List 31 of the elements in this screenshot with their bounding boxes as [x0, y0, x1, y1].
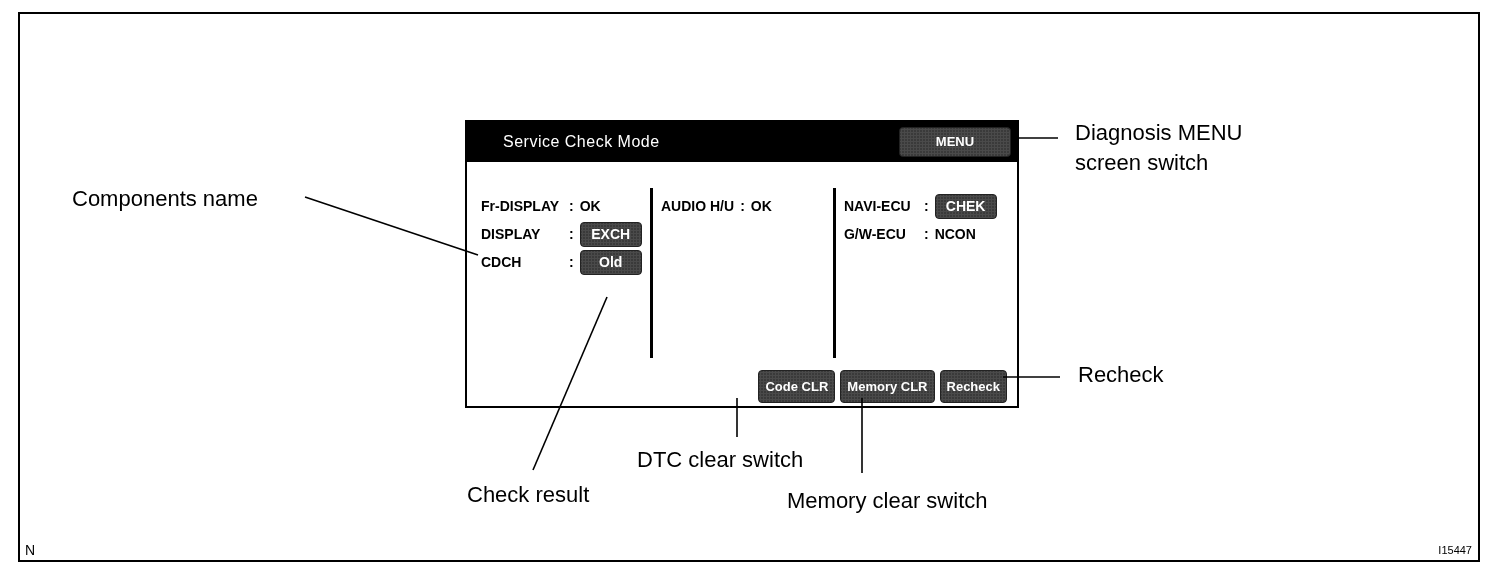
callout-label: Diagnosis MENU screen switch [1075, 119, 1243, 177]
component-name: DISPLAY [481, 224, 542, 244]
component-name: AUDIO H/U [661, 196, 735, 216]
callout-label: Recheck [1078, 361, 1164, 389]
recheck-button[interactable]: Recheck [939, 370, 1007, 403]
screen-title: Service Check Mode [503, 132, 660, 152]
result-text: OK [579, 196, 601, 216]
figure-number: I15447 [1438, 543, 1472, 558]
result-badge: EXCH [579, 221, 642, 247]
callout-label: DTC clear switch [637, 446, 804, 474]
menu-button[interactable]: MENU [899, 127, 1011, 157]
component-name: G/W-ECU [843, 224, 907, 244]
separator-text: : [923, 196, 929, 216]
separator-text: : [569, 196, 574, 216]
result-text: OK [750, 196, 772, 216]
corner-mark: N [25, 541, 36, 560]
callout-label: Memory clear switch [787, 487, 988, 515]
result-text: NCON [934, 224, 976, 244]
code-clear-button[interactable]: Code CLR [758, 370, 836, 403]
result-badge: CHEK [934, 193, 997, 219]
component-name: Fr-DISPLAY [481, 196, 561, 216]
separator-text: : [569, 252, 574, 272]
component-name: CDCH [481, 252, 523, 272]
separator-text: : [569, 224, 574, 244]
separator-text: : [923, 224, 929, 244]
memory-clear-button[interactable]: Memory CLR [840, 370, 935, 403]
component-name: NAVI-ECU [843, 196, 912, 216]
callout-label: Check result [467, 481, 590, 509]
result-badge: Old [579, 249, 642, 275]
callout-label: Components name [72, 185, 258, 213]
separator-text: : [740, 196, 745, 216]
